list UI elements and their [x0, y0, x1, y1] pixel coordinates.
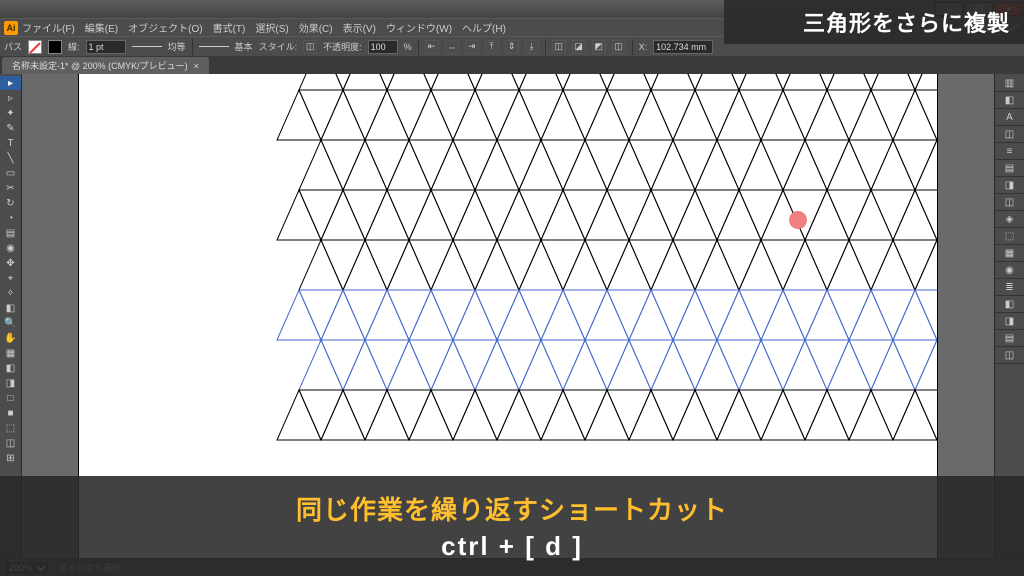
document-tab[interactable]: 名称未設定-1* @ 200% (CMYK/プレビュー) ×: [2, 57, 209, 74]
video-caption-bottom: 同じ作業を繰り返すショートカット ctrl + [ d ]: [0, 476, 1024, 576]
pathfinder-minus-icon[interactable]: ◪: [572, 40, 586, 54]
tool-button[interactable]: ▸: [0, 76, 21, 90]
tool-button[interactable]: □: [0, 391, 21, 405]
cursor-indicator-icon: [789, 211, 807, 229]
menu-view[interactable]: 表示(V): [343, 20, 376, 35]
panel-collapsed-button[interactable]: ◫: [995, 195, 1024, 211]
align-middle-icon[interactable]: ⇕: [505, 40, 519, 54]
panel-collapsed-button[interactable]: ▤: [995, 331, 1024, 347]
pathfinder-exclude-icon[interactable]: ◫: [612, 40, 626, 54]
video-caption-title-text: 三角形をさらに複製: [803, 6, 1010, 38]
panel-collapsed-button[interactable]: A: [995, 110, 1024, 126]
panel-collapsed-button[interactable]: ⬚: [995, 229, 1024, 245]
menu-object[interactable]: オブジェクト(O): [128, 20, 202, 35]
caption-line2: ctrl + [ d ]: [441, 531, 583, 562]
video-caption-title: 三角形をさらに複製: [724, 0, 1024, 44]
tool-button[interactable]: ▦: [0, 346, 21, 360]
tool-button[interactable]: ⬚: [0, 421, 21, 435]
tool-button[interactable]: ↻: [0, 196, 21, 210]
menu-help[interactable]: ヘルプ(H): [462, 20, 506, 35]
separator: [545, 39, 546, 55]
basic-label: 基本: [235, 40, 253, 53]
selection-type-label: パス: [4, 40, 22, 53]
menu-edit[interactable]: 編集(E): [85, 20, 118, 35]
pct-label: %: [404, 42, 412, 52]
align-bottom-icon[interactable]: ⤓: [525, 40, 539, 54]
uniform-label: 均等: [168, 40, 186, 53]
panel-collapsed-button[interactable]: ◫: [995, 127, 1024, 143]
panel-collapsed-button[interactable]: ▥: [995, 76, 1024, 92]
pathfinder-intersect-icon[interactable]: ◩: [592, 40, 606, 54]
tool-button[interactable]: ◨: [0, 376, 21, 390]
fill-swatch-none[interactable]: [28, 40, 42, 54]
x-field[interactable]: [653, 40, 713, 54]
panel-collapsed-button[interactable]: ◈: [995, 212, 1024, 228]
panel-collapsed-button[interactable]: ◧: [995, 93, 1024, 109]
opacity-label: 不透明度:: [323, 40, 362, 53]
menu-file[interactable]: ファイル(F): [22, 20, 75, 35]
tool-button[interactable]: ✎: [0, 121, 21, 135]
stroke-profile-icon[interactable]: [132, 46, 162, 47]
tool-button[interactable]: ▭: [0, 166, 21, 180]
x-label: X:: [639, 42, 648, 52]
panel-collapsed-button[interactable]: ◨: [995, 314, 1024, 330]
tool-button[interactable]: 🔍: [0, 316, 21, 330]
tool-button[interactable]: ✦: [0, 106, 21, 120]
tool-button[interactable]: ✥: [0, 256, 21, 270]
align-center-icon[interactable]: ⇔: [445, 40, 459, 54]
panel-collapsed-button[interactable]: ◉: [995, 263, 1024, 279]
align-right-icon[interactable]: ⇥: [465, 40, 479, 54]
align-top-icon[interactable]: ⤒: [485, 40, 499, 54]
menu-select[interactable]: 選択(S): [255, 20, 288, 35]
opacity-field[interactable]: [368, 40, 398, 54]
panel-collapsed-button[interactable]: ▦: [995, 246, 1024, 262]
app-logo-icon: Ai: [4, 21, 18, 35]
tool-button[interactable]: ✂: [0, 181, 21, 195]
document-tab-label: 名称未設定-1* @ 200% (CMYK/プレビュー): [12, 59, 188, 72]
caption-line1: 同じ作業を繰り返すショートカット: [296, 490, 728, 527]
tool-button[interactable]: ▤: [0, 226, 21, 240]
panel-collapsed-button[interactable]: ◫: [995, 348, 1024, 364]
close-tab-icon[interactable]: ×: [194, 61, 199, 71]
menu-type[interactable]: 書式(T): [213, 20, 246, 35]
align-left-icon[interactable]: ⇤: [425, 40, 439, 54]
tool-button[interactable]: ✧: [0, 286, 21, 300]
stroke-weight-field[interactable]: [86, 40, 126, 54]
graphic-style-icon[interactable]: ◫: [303, 40, 317, 54]
panel-collapsed-button[interactable]: ◧: [995, 297, 1024, 313]
tool-button[interactable]: ◧: [0, 301, 21, 315]
tool-button[interactable]: ■: [0, 406, 21, 420]
tool-button[interactable]: ╲: [0, 151, 21, 165]
panel-collapsed-button[interactable]: ≣: [995, 280, 1024, 296]
stroke-swatch[interactable]: [48, 40, 62, 54]
stroke-label: 線:: [68, 40, 80, 53]
brush-sample-icon[interactable]: [199, 46, 229, 47]
document-tab-bar: 名称未設定-1* @ 200% (CMYK/プレビュー) ×: [0, 56, 1024, 74]
separator: [192, 39, 193, 55]
tool-button[interactable]: T: [0, 136, 21, 150]
tool-button[interactable]: ◧: [0, 361, 21, 375]
tool-button[interactable]: ✋: [0, 331, 21, 345]
separator: [418, 39, 419, 55]
tool-button[interactable]: ⌖: [0, 271, 21, 285]
panel-collapsed-button[interactable]: ≡: [995, 144, 1024, 160]
separator: [632, 39, 633, 55]
panel-collapsed-button[interactable]: ▤: [995, 161, 1024, 177]
menu-effect[interactable]: 効果(C): [299, 20, 333, 35]
menu-window[interactable]: ウィンドウ(W): [386, 20, 452, 35]
style-label: スタイル:: [259, 40, 298, 53]
tool-button[interactable]: ◔: [0, 211, 21, 225]
pathfinder-unite-icon[interactable]: ◫: [552, 40, 566, 54]
tool-button[interactable]: ▹: [0, 91, 21, 105]
tool-button[interactable]: ◉: [0, 241, 21, 255]
tool-button[interactable]: ◫: [0, 436, 21, 450]
tool-button[interactable]: ⊞: [0, 451, 21, 465]
panel-collapsed-button[interactable]: ◨: [995, 178, 1024, 194]
